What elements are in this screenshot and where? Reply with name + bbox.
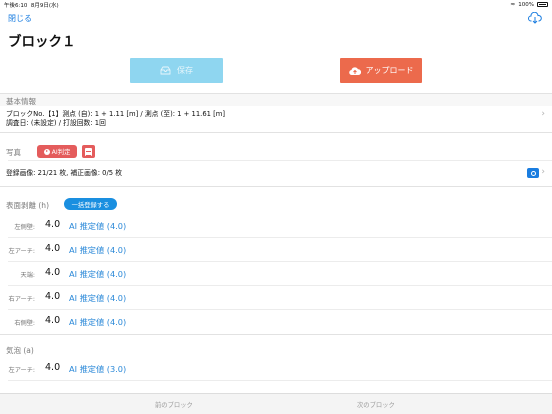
status-time: 午後6:10 8月9日(水) — [4, 3, 59, 9]
next-block-button[interactable]: 次のブロック — [357, 400, 395, 409]
row-label: 右アーチ: — [8, 296, 35, 303]
row-value[interactable]: 4.0 — [45, 243, 60, 254]
row-value[interactable]: 4.0 — [45, 291, 60, 302]
divider — [0, 132, 552, 133]
row-label: 左アーチ: — [8, 248, 35, 255]
row-value[interactable]: 4.0 — [45, 267, 60, 278]
ai-judge-label: AI判定 — [51, 149, 71, 156]
ai-estimate-link[interactable]: AI 推定値 (4.0) — [69, 292, 126, 304]
divider — [8, 237, 552, 238]
save-label: 保存 — [177, 66, 193, 75]
bottom-toolbar: 前のブロック 次のブロック — [0, 393, 552, 414]
close-button[interactable]: 閉じる — [8, 13, 32, 24]
photo-header: 写真 — [6, 148, 21, 157]
ai-estimate-link[interactable]: AI 推定値 (4.0) — [69, 244, 126, 256]
divider — [0, 334, 552, 335]
row-label: 左側壁: — [14, 224, 35, 231]
ai-estimate-link[interactable]: AI 推定値 (4.0) — [69, 268, 126, 280]
camera-icon[interactable] — [527, 168, 539, 178]
cloud-upload-icon — [348, 66, 361, 75]
upload-button[interactable]: アップロード — [340, 58, 422, 83]
row-value[interactable]: 4.0 — [45, 362, 60, 373]
play-icon — [43, 148, 50, 155]
status-bar: 午後6:10 8月9日(水) ≈ 100% — [0, 0, 552, 9]
row-label: 天端: — [20, 272, 35, 279]
divider — [8, 160, 552, 161]
row-label: 右側壁: — [14, 320, 35, 327]
bubbles-header: 気泡 (a) — [6, 346, 34, 355]
wifi-icon: ≈ — [510, 1, 516, 8]
divider — [8, 309, 552, 310]
divider — [0, 186, 552, 187]
section-band — [0, 94, 552, 106]
ai-judge-button[interactable]: AI判定 — [37, 145, 77, 158]
photo-registered-text: 登録画像: 21/21 枚, 補正画像: 0/5 枚 — [6, 169, 123, 177]
bulk-register-button[interactable]: 一括登録する — [64, 198, 117, 210]
calculator-button[interactable] — [82, 145, 95, 158]
row-label: 左アーチ: — [8, 367, 35, 374]
row-value[interactable]: 4.0 — [45, 315, 60, 326]
divider — [8, 285, 552, 286]
ai-estimate-link[interactable]: AI 推定値 (4.0) — [69, 316, 126, 328]
cloud-download-icon[interactable] — [528, 12, 542, 24]
surface-peeling-header: 表面剥離 (h) — [6, 201, 49, 210]
upload-label: アップロード — [365, 66, 414, 75]
divider — [8, 380, 552, 381]
inbox-icon — [160, 66, 171, 75]
battery-percent: 100% — [518, 1, 534, 8]
save-button[interactable]: 保存 — [130, 58, 223, 83]
divider — [8, 261, 552, 262]
battery-icon — [537, 2, 548, 7]
basic-info-header: 基本情報 — [6, 97, 36, 106]
status-indicators: ≈ 100% — [510, 1, 548, 8]
page-title: ブロック１ — [8, 34, 76, 50]
ai-estimate-link[interactable]: AI 推定値 (4.0) — [69, 220, 126, 232]
prev-block-button[interactable]: 前のブロック — [155, 400, 193, 409]
chevron-right-icon: › — [541, 167, 545, 177]
row-value[interactable]: 4.0 — [45, 219, 60, 230]
ai-estimate-link[interactable]: AI 推定値 (3.0) — [69, 363, 126, 375]
basic-info-line1: ブロックNo.【1】測点 (自): 1 + 1.11 [m] / 測点 (至):… — [6, 110, 226, 118]
basic-info-line2: 調査日: (未設定) / 打設回数: 1回 — [6, 119, 106, 127]
chevron-right-icon: › — [541, 109, 545, 119]
